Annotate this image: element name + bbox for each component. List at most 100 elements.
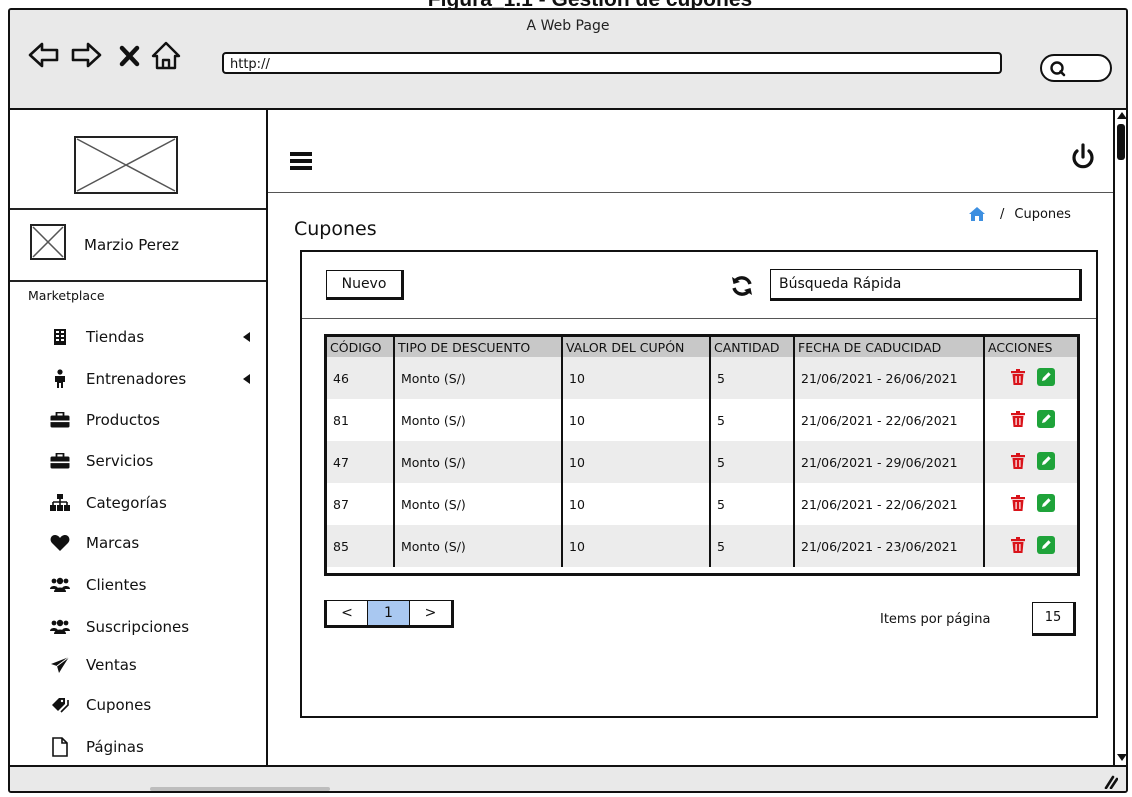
stop-button[interactable] [118,40,148,70]
cell-acciones [984,399,1077,441]
new-coupon-button[interactable]: Nuevo [326,270,404,300]
delete-button[interactable] [1009,452,1027,470]
forward-arrow-icon [71,42,102,68]
sidebar-item-productos[interactable]: Productos [50,407,250,433]
users-icon [50,617,70,637]
column-header[interactable]: CANTIDAD [710,337,795,357]
edit-button[interactable] [1037,452,1055,470]
sidebar-item-tiendas[interactable]: Tiendas [50,324,250,350]
logo-placeholder [74,136,178,194]
delete-button[interactable] [1009,494,1027,512]
cell-tipo: Monto (S/) [394,357,563,399]
trash-icon [1011,537,1025,553]
column-header: ACCIONES [984,337,1077,357]
delete-button[interactable] [1009,410,1027,428]
pencil-square-icon [1037,410,1055,428]
sidebar-item-label: Páginas [86,738,144,756]
menu-toggle-button[interactable] [290,152,312,170]
home-icon[interactable] [968,206,986,222]
cell-acciones [984,357,1077,399]
breadcrumb-separator: / [1000,206,1005,222]
scrollbar-thumb[interactable] [1117,124,1125,160]
table-header-row: CÓDIGO TIPO DE DESCUENTO VALOR DEL CUPÓN… [327,337,1077,357]
url-input[interactable]: http:// [222,52,1002,74]
sidebar-item-ventas[interactable]: Ventas [50,652,250,678]
sidebar-item-label: Cupones [86,696,152,714]
cell-codigo: 47 [327,441,395,483]
vertical-scrollbar[interactable] [1113,110,1126,765]
search-input[interactable] [770,269,1082,301]
column-header[interactable]: CÓDIGO [327,337,395,357]
pencil-square-icon [1037,494,1055,512]
cell-acciones [984,483,1077,525]
home-button[interactable] [150,40,181,70]
scroll-down-arrow-icon[interactable] [1117,754,1126,761]
sidebar-item-servicios[interactable]: Servicios [50,448,250,474]
cell-acciones [984,525,1077,567]
user-name: Marzio Perez [84,236,179,254]
edit-button[interactable] [1037,536,1055,554]
column-header[interactable]: TIPO DE DESCUENTO [394,337,563,357]
next-page-button[interactable]: > [410,600,454,628]
sidebar-item-cupones[interactable]: Cupones [50,692,250,718]
section-label: Marketplace [28,288,105,303]
sidebar-item-label: Suscripciones [86,618,190,636]
sidebar-item-paginas[interactable]: Páginas [50,734,250,760]
avatar [30,224,66,260]
sidebar-item-label: Ventas [86,656,137,674]
edit-button[interactable] [1037,410,1055,428]
scroll-up-arrow-icon[interactable] [1117,112,1126,119]
cell-codigo: 85 [327,525,395,567]
coupons-panel: Nuevo CÓDIGO [300,250,1098,718]
sidebar-item-categorias[interactable]: Categorías [50,490,250,516]
cell-codigo: 81 [327,399,395,441]
sitemap-icon [50,493,70,513]
sidebar-item-entrenadores[interactable]: Entrenadores [50,366,250,392]
refresh-icon [732,276,752,296]
store-icon [50,327,70,347]
cell-fecha: 21/06/2021 - 22/06/2021 [794,399,985,441]
edit-button[interactable] [1037,368,1055,386]
logout-button[interactable] [1068,142,1098,172]
breadcrumb: / Cupones [968,206,1071,222]
back-arrow-icon [28,42,59,68]
back-button[interactable] [28,40,59,70]
items-per-page-select[interactable]: 15 [1032,602,1076,636]
sidebar-item-clientes[interactable]: Clientes [50,572,250,598]
delete-button[interactable] [1009,536,1027,554]
sidebar-item-label: Marcas [86,534,140,552]
resize-grip-icon[interactable] [1102,773,1118,789]
sidebar-item-marcas[interactable]: Marcas [50,530,250,556]
header-divider [268,192,1113,193]
sidebar-item-label: Productos [86,411,160,429]
table-row: 87 Monto (S/) 10 5 21/06/2021 - 22/06/20… [327,483,1077,525]
pagination: < 1 > [324,600,454,630]
panel-divider [302,318,1096,319]
horizontal-scrollbar-thumb[interactable] [150,787,330,791]
delete-button[interactable] [1009,368,1027,386]
cell-cantidad: 5 [710,525,795,567]
file-icon [50,737,70,757]
cell-valor: 10 [562,525,711,567]
prev-page-button[interactable]: < [324,600,368,628]
caret-left-icon [243,374,250,384]
forward-button[interactable] [70,40,102,70]
cell-valor: 10 [562,399,711,441]
sidebar-item-suscripciones[interactable]: Suscripciones [50,614,250,640]
column-header[interactable]: VALOR DEL CUPÓN [562,337,711,357]
current-page-button[interactable]: 1 [368,600,410,628]
cell-fecha: 21/06/2021 - 23/06/2021 [794,525,985,567]
refresh-button[interactable] [730,274,754,298]
close-x-icon [119,45,140,67]
cell-valor: 10 [562,357,711,399]
edit-button[interactable] [1037,494,1055,512]
home-outline-icon [151,41,181,70]
column-header[interactable]: FECHA DE CADUCIDAD [794,337,985,357]
tags-icon [50,695,70,715]
cell-valor: 10 [562,441,711,483]
sidebar-divider [10,280,266,282]
browser-search-button[interactable] [1040,54,1112,82]
page-title: Cupones [294,218,377,240]
window-title: A Web Page [526,18,610,34]
trash-icon [1011,411,1025,427]
